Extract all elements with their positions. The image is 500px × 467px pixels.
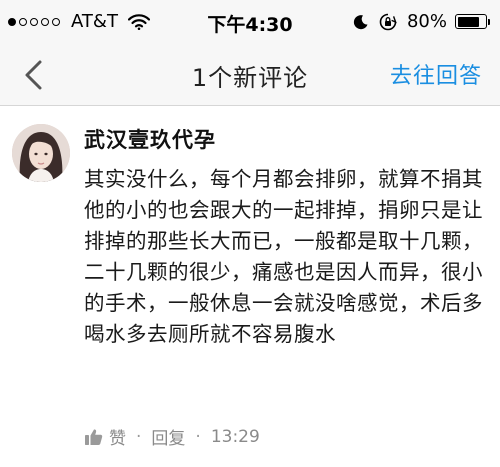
thumbs-up-icon [85,428,103,445]
reply-label: 回复 [151,429,186,449]
separator-dot: · [195,426,201,447]
comment-item: 武汉壹玖代孕 其实没什么，每个月都会排卵，就算不捐其他的小的也会跟大的一起排掉，… [0,106,500,467]
battery-percent: 80% [406,11,447,32]
separator-dot: · [136,426,142,447]
like-label: 赞 [109,429,126,449]
screen: AT&T 下午4:30 80% 1个新评论 去往回答 武汉壹玖代孕 其实没什么，… [0,0,500,467]
status-bar: AT&T 下午4:30 80% [0,0,500,44]
comment-text: 其实没什么，每个月都会排卵，就算不捐其他的小的也会跟大的一起排掉，捐卵只是让排掉… [84,167,483,346]
like-button[interactable]: 赞 [84,424,126,449]
avatar[interactable] [12,124,70,182]
battery-icon [455,14,490,29]
comment-actions: 赞 · 回复 · 13:29 [84,424,260,449]
navigation-bar: 1个新评论 去往回答 [0,44,500,106]
go-to-answer-button[interactable]: 去往回答 [390,58,482,90]
moon-icon [353,14,368,29]
status-right: 80% [353,11,490,32]
comment-time: 13:29 [210,426,260,447]
orientation-lock-icon [379,13,397,30]
comment-author[interactable]: 武汉壹玖代孕 [84,124,216,154]
reply-button[interactable]: 回复 [151,424,185,449]
